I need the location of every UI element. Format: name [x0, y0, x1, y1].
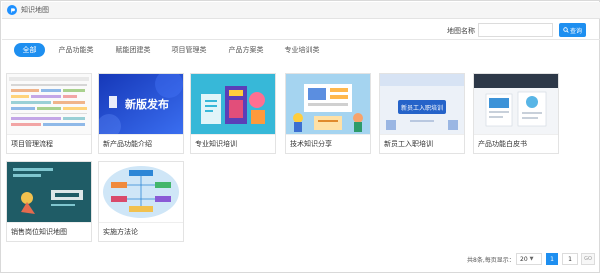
map-card[interactable]: 实施方法论 [98, 161, 184, 242]
search-button-label: 查询 [569, 27, 582, 35]
chevron-down-icon: ▼ [529, 256, 534, 262]
card-thumbnail [99, 162, 183, 222]
card-caption: 技术知识分享 [286, 134, 370, 153]
tab-team-building[interactable]: 赋能团建类 [111, 43, 155, 57]
map-card[interactable]: 新员工入职培训 新员工入职培训 [379, 73, 465, 154]
card-caption: 销售岗位知识地图 [7, 222, 91, 241]
card-thumbnail [7, 74, 91, 134]
window-title: 知识地图 [21, 6, 49, 14]
thumb-release-text: 新版发布 [125, 97, 169, 111]
thumb-onboarding-text: 新员工入职培训 [401, 104, 443, 112]
search-label: 地图名称 [447, 27, 475, 35]
page-number-current[interactable]: 1 [546, 253, 558, 265]
card-caption: 产品功能白皮书 [474, 134, 558, 153]
card-caption: 新员工入职培训 [380, 134, 464, 153]
title-bar: 知识地图 [2, 2, 600, 19]
map-card[interactable]: 产品功能白皮书 [473, 73, 559, 154]
card-caption: 项目管理流程 [7, 134, 91, 153]
card-caption: 实施方法论 [99, 222, 183, 241]
tab-product-solutions[interactable]: 产品方案类 [224, 43, 268, 57]
tab-project-management[interactable]: 项目管理类 [167, 43, 211, 57]
map-card[interactable]: 技术知识分享 [285, 73, 371, 154]
card-thumbnail: 新员工入职培训 [380, 74, 464, 134]
page-size-value: 20 [520, 255, 528, 263]
card-thumbnail [7, 162, 91, 222]
tab-product-features[interactable]: 产品功能类 [54, 43, 98, 57]
tab-all[interactable]: 全部 [14, 43, 45, 57]
app-logo-icon [7, 5, 17, 15]
divider [2, 39, 600, 40]
card-thumbnail [286, 74, 370, 134]
card-caption: 专业知识培训 [191, 134, 275, 153]
page-size-select[interactable]: 20 ▼ [516, 253, 542, 265]
search-icon [563, 27, 569, 33]
go-button[interactable]: GO [581, 253, 595, 265]
search-input[interactable] [478, 23, 553, 37]
map-card[interactable]: 专业知识培训 [190, 73, 276, 154]
window-frame: 知识地图 地图名称 查询 全部 产品功能类 赋能团建类 项目管理类 产品方案类 … [0, 0, 600, 273]
search-button[interactable]: 查询 [559, 23, 586, 37]
map-card[interactable]: 项目管理流程 [6, 73, 92, 154]
pagination: 共8条,每页显示： 20 ▼ 1 1 GO [1, 253, 600, 265]
card-thumbnail: 新版发布 [99, 74, 183, 134]
total-count: 共8条,每页显示： [467, 257, 515, 264]
goto-page-input[interactable]: 1 [562, 253, 578, 265]
map-card[interactable]: 销售岗位知识地图 [6, 161, 92, 242]
search-bar: 地图名称 查询 [1, 23, 600, 37]
map-card[interactable]: 新版发布 新产品功能介绍 [98, 73, 184, 154]
card-thumbnail [191, 74, 275, 134]
card-thumbnail [474, 74, 558, 134]
tab-professional-training[interactable]: 专业培训类 [280, 43, 324, 57]
card-caption: 新产品功能介绍 [99, 134, 183, 153]
